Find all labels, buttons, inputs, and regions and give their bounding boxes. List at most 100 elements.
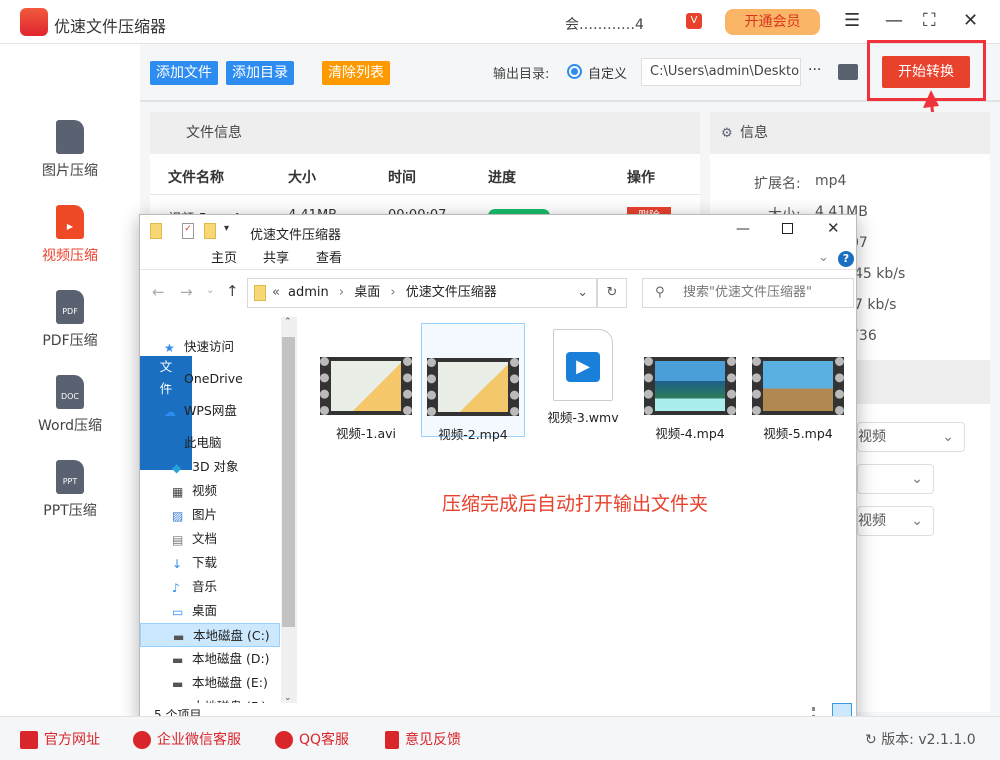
col-action: 操作 xyxy=(627,170,655,186)
scrollbar-thumb[interactable] xyxy=(282,337,295,627)
nav-item[interactable]: ▦ 视频 xyxy=(140,479,280,503)
quick-access-dropdown-icon[interactable]: ▾ xyxy=(224,223,229,234)
navigation-pane: ★ 快速访问 ☁ OneDrive ☁ WPS网盘 ▭ 此电脑 ◆ 3D 对象 ▦ 视频 ▨ 图片 ▤ 文档 ↓… xyxy=(140,317,297,703)
scroll-up-icon[interactable]: ⌃ xyxy=(284,317,292,327)
divider xyxy=(150,194,700,195)
maximize-icon[interactable] xyxy=(782,223,793,234)
nav-item-label: 下载 xyxy=(192,555,218,570)
sidebar-item-word[interactable]: DOC Word压缩 xyxy=(0,375,140,435)
forward-icon[interactable]: → xyxy=(180,283,193,301)
minimize-icon[interactable]: — xyxy=(736,221,750,237)
recent-icon[interactable]: ⌄ xyxy=(206,285,214,296)
tab-home[interactable]: 主页 xyxy=(197,248,251,270)
title-bar: 优速文件压缩器 会…………4 V 开通会员 ☰ — ⛶ ✕ xyxy=(0,0,1000,44)
nav-item[interactable]: ★ 快速访问 xyxy=(140,335,280,359)
quality-select[interactable]: ⌄ xyxy=(857,464,934,494)
maximize-icon[interactable]: ⛶ xyxy=(923,10,936,31)
nav-item[interactable]: ♪ 音乐 xyxy=(140,575,280,599)
chevron-down-icon[interactable]: ⌄ xyxy=(577,279,588,307)
back-icon[interactable]: ← xyxy=(152,283,165,301)
custom-radio[interactable] xyxy=(567,64,582,79)
tab-share[interactable]: 共享 xyxy=(249,248,303,270)
nav-item[interactable]: ▬ 本地磁盘 (F:) xyxy=(140,695,280,703)
address-bar[interactable]: « admin › 桌面 › 优速文件压缩器 ⌄ xyxy=(247,278,597,308)
tab-view[interactable]: 查看 xyxy=(302,248,356,270)
format-select[interactable]: 视频 ⌄ xyxy=(857,422,965,452)
sidebar-item-video[interactable]: ▶ 视频压缩 xyxy=(0,205,140,265)
help-icon[interactable]: ? xyxy=(838,251,854,267)
gear-icon: ⚙ xyxy=(721,126,733,141)
file-explorer-window: ✓ ▾ 优速文件压缩器 — ✕ 文件 主页 共享 查看 ⌄ ? ← → ⌄ ↑ … xyxy=(139,214,857,727)
custom-radio-label: 自定义 xyxy=(588,67,628,82)
breadcrumb-separator[interactable]: › xyxy=(390,285,395,300)
sidebar-item-ppt[interactable]: PPT PPT压缩 xyxy=(0,460,140,520)
user-name[interactable]: 会…………4 xyxy=(565,14,644,34)
file-name: 视频-3.wmv xyxy=(547,410,619,425)
new-folder-icon[interactable] xyxy=(204,223,216,239)
more-button[interactable]: ··· xyxy=(808,62,821,78)
breadcrumb-current[interactable]: 优速文件压缩器 xyxy=(406,285,497,300)
nav-item[interactable]: ▤ 文档 xyxy=(140,527,280,551)
add-file-button[interactable]: 添加文件 xyxy=(150,61,218,85)
nav-item-icon: ▬ xyxy=(173,629,185,644)
col-size: 大小 xyxy=(288,170,316,186)
video-thumbnail xyxy=(427,358,519,416)
nav-item-label: 音乐 xyxy=(192,579,218,594)
nav-item[interactable]: ☁ OneDrive xyxy=(140,367,280,391)
doc-file-icon: DOC xyxy=(56,375,84,409)
explorer-title: 优速文件压缩器 xyxy=(250,228,342,243)
file-item[interactable]: 视频-4.mp4 xyxy=(638,323,742,441)
file-item[interactable]: 视频-5.mp4 xyxy=(746,323,850,441)
app-logo xyxy=(20,8,48,36)
search-input[interactable]: ⚲ 搜索"优速文件压缩器" xyxy=(642,278,854,308)
properties-icon[interactable]: ✓ xyxy=(182,223,194,239)
breadcrumb-admin[interactable]: admin xyxy=(288,285,329,300)
nav-item[interactable]: ▭ 桌面 xyxy=(140,599,280,623)
ribbon-expand-icon[interactable]: ⌄ xyxy=(818,250,829,265)
nav-item[interactable]: ▭ 此电脑 xyxy=(140,431,280,455)
mode-select[interactable]: 视频 ⌄ xyxy=(857,506,934,536)
vip-button[interactable]: 开通会员 xyxy=(725,9,820,35)
up-icon[interactable]: ↑ xyxy=(226,282,239,300)
nav-item-icon: ♪ xyxy=(172,580,180,595)
breadcrumb-separator[interactable]: › xyxy=(339,285,344,300)
add-folder-button[interactable]: 添加目录 xyxy=(226,61,294,85)
footer-link-feedback[interactable]: 意见反馈 xyxy=(385,729,461,749)
folder-icon[interactable] xyxy=(838,64,858,80)
footer-link-website[interactable]: 官方网址 xyxy=(20,729,100,749)
nav-item[interactable]: ▨ 图片 xyxy=(140,503,280,527)
close-icon[interactable]: ✕ xyxy=(827,219,840,237)
breadcrumb-desktop[interactable]: 桌面 xyxy=(354,285,380,300)
minimize-icon[interactable]: — xyxy=(885,10,903,31)
nav-item-icon: ▦ xyxy=(172,484,184,499)
nav-item[interactable]: ☁ WPS网盘 xyxy=(140,399,280,423)
output-path-input[interactable]: C:\Users\admin\Deskto xyxy=(641,58,801,86)
video-file-icon: ▶ xyxy=(56,205,84,239)
nav-item-icon: ▬ xyxy=(172,652,184,667)
nav-item-label: 图片 xyxy=(192,507,218,522)
nav-item[interactable]: ▬ 本地磁盘 (E:) xyxy=(140,671,280,695)
nav-item-label: 本地磁盘 (E:) xyxy=(192,675,268,690)
info-fragment: 45 kb/s xyxy=(854,266,906,282)
sidebar-item-pdf[interactable]: PDF PDF压缩 xyxy=(0,290,140,350)
clear-list-button[interactable]: 清除列表 xyxy=(322,61,390,85)
footer-link-qq[interactable]: QQ客服 xyxy=(275,729,349,749)
menu-icon[interactable]: ☰ xyxy=(844,10,860,31)
nav-item[interactable]: ▬ 本地磁盘 (C:) xyxy=(140,623,280,647)
file-item[interactable]: ▶ 视频-3.wmv xyxy=(531,323,635,437)
nav-item[interactable]: ▬ 本地磁盘 (D:) xyxy=(140,647,280,671)
select-value: 视频 xyxy=(858,513,886,529)
sidebar-item-image[interactable]: 图片压缩 xyxy=(0,120,140,180)
footer-link-wechat[interactable]: 企业微信客服 xyxy=(133,729,241,749)
file-item[interactable]: 视频-2.mp4 xyxy=(421,323,525,442)
refresh-button[interactable]: ↻ xyxy=(597,278,627,308)
file-item[interactable]: 视频-1.avi xyxy=(314,323,418,441)
close-icon[interactable]: ✕ xyxy=(963,10,978,31)
breadcrumb-overflow[interactable]: « xyxy=(272,279,280,307)
search-icon: ⚲ xyxy=(655,285,665,300)
nav-item[interactable]: ↓ 下载 xyxy=(140,551,280,575)
nav-item[interactable]: ◆ 3D 对象 xyxy=(140,455,280,479)
nav-item-icon: ▬ xyxy=(172,702,186,704)
app-title: 优速文件压缩器 xyxy=(54,17,167,36)
scroll-down-icon[interactable]: ⌄ xyxy=(284,693,292,703)
